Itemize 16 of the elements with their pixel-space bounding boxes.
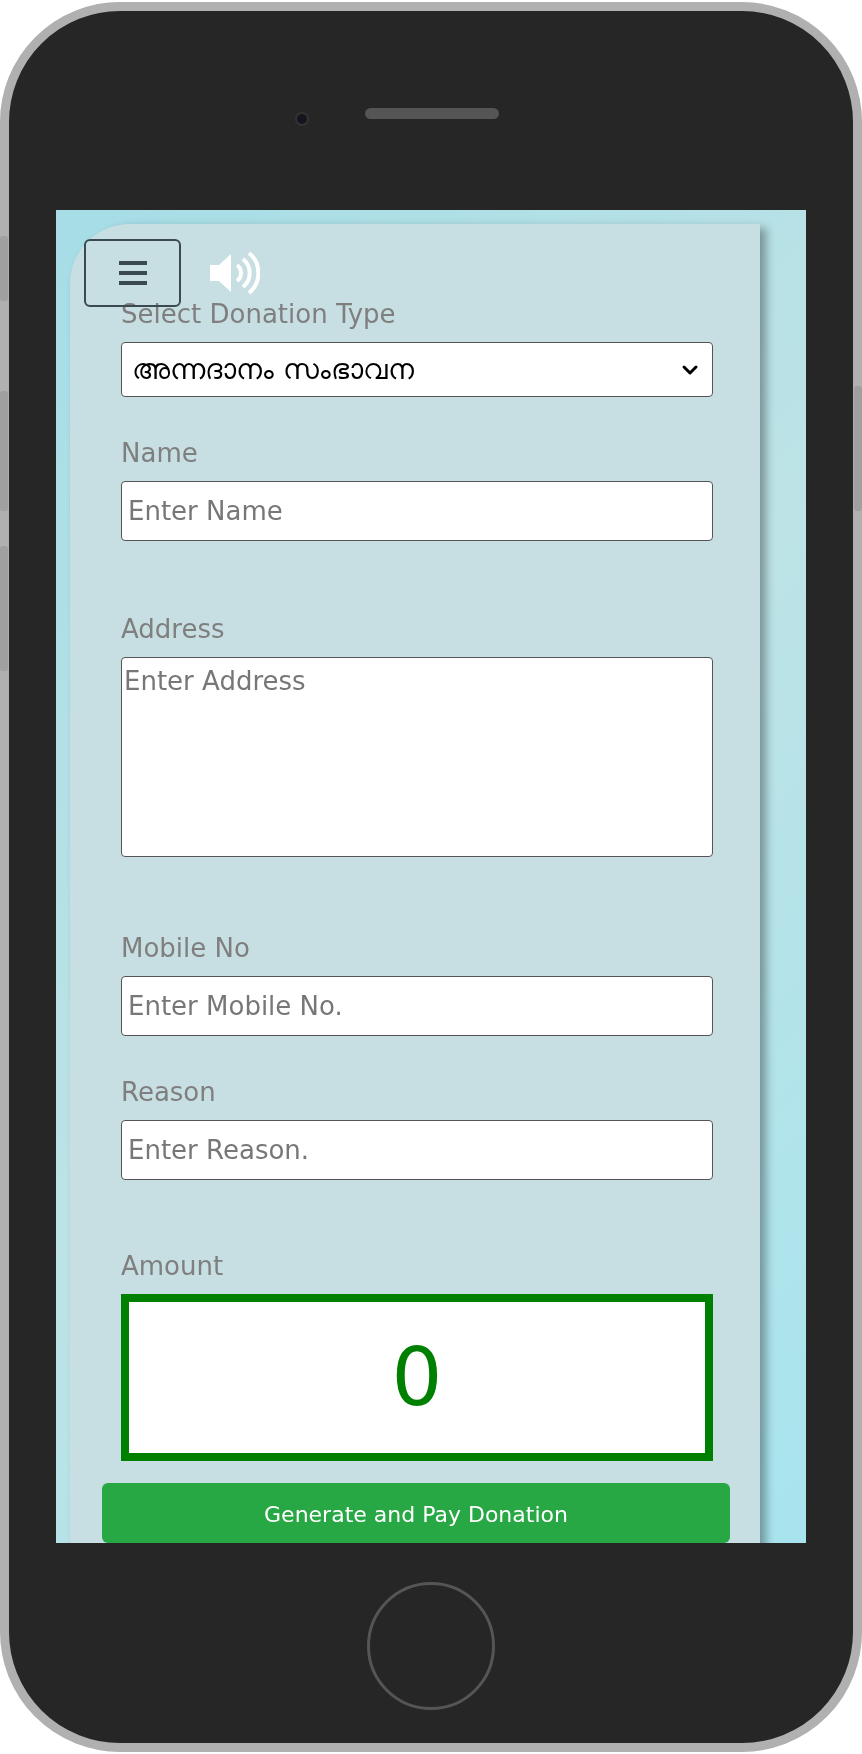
home-button[interactable] xyxy=(367,1582,495,1710)
field-label: Name xyxy=(121,437,199,469)
input-field[interactable]: Enter Reason. xyxy=(121,1120,713,1180)
textarea-field[interactable]: Enter Address xyxy=(121,657,713,857)
dropdown-field[interactable]: അന്നദാനം സംഭാവന xyxy=(121,342,713,397)
field-label: Reason xyxy=(121,1076,217,1108)
input-field[interactable]: Enter Name xyxy=(121,481,713,541)
menu-icon xyxy=(118,261,147,285)
camera-icon xyxy=(295,112,309,126)
field-label: Amount xyxy=(121,1250,225,1282)
input-field[interactable]: Enter Mobile No. xyxy=(121,976,713,1036)
field-label: Select Donation Type xyxy=(121,298,397,330)
field-label: Mobile No xyxy=(121,932,251,964)
field-label: Address xyxy=(121,613,226,645)
amount-display: 0 xyxy=(121,1294,713,1461)
speaker-icon[interactable] xyxy=(208,250,260,296)
